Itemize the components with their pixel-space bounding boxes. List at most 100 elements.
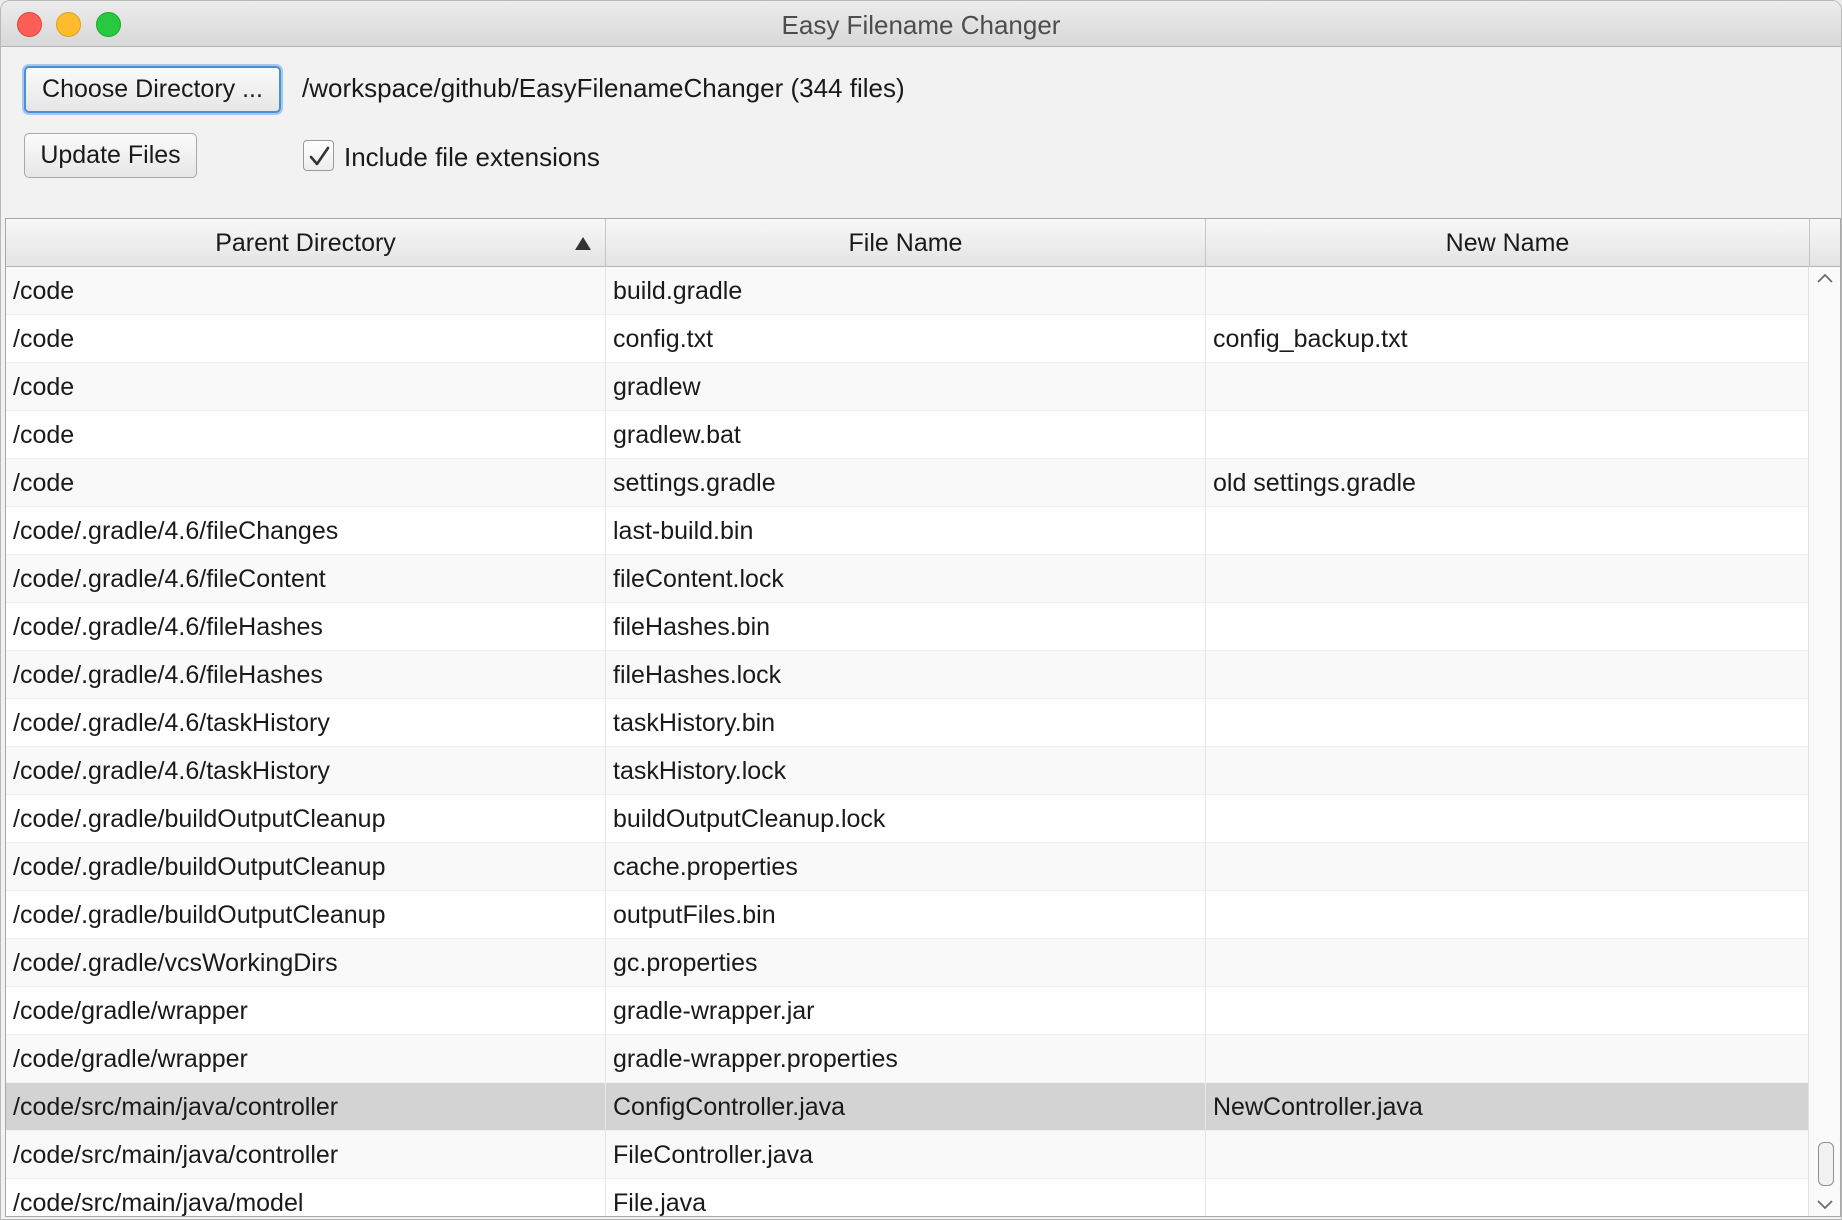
parent-directory-cell[interactable]: /code/.gradle/4.6/fileContent (6, 555, 606, 603)
new-name-cell[interactable]: old settings.gradle (1206, 459, 1810, 507)
parent-directory-cell[interactable]: /code/.gradle/4.6/taskHistory (6, 747, 606, 795)
column-header-label: File Name (848, 228, 963, 257)
parent-directory-cell[interactable]: /code (6, 363, 606, 411)
file-name-cell[interactable]: fileHashes.lock (606, 651, 1206, 699)
table-row[interactable]: /code settings.gradle old settings.gradle (6, 459, 1810, 507)
parent-directory-cell[interactable]: /code/.gradle/4.6/fileHashes (6, 603, 606, 651)
parent-directory-cell[interactable]: /code/.gradle/4.6/taskHistory (6, 699, 606, 747)
file-name-cell[interactable]: cache.properties (606, 843, 1206, 891)
file-name-cell[interactable]: File.java (606, 1179, 1206, 1216)
table-row[interactable]: /code gradlew (6, 363, 1810, 411)
file-name-cell[interactable]: last-build.bin (606, 507, 1206, 555)
new-name-cell[interactable] (1206, 411, 1810, 459)
file-name-cell[interactable]: FileController.java (606, 1131, 1206, 1179)
vertical-scrollbar[interactable] (1808, 267, 1840, 1216)
file-name-cell[interactable]: fileContent.lock (606, 555, 1206, 603)
file-name-cell[interactable]: buildOutputCleanup.lock (606, 795, 1206, 843)
new-name-cell[interactable] (1206, 267, 1810, 315)
file-name-cell[interactable]: gradle-wrapper.jar (606, 987, 1206, 1035)
table-row[interactable]: /code/gradle/wrapper gradle-wrapper.jar (6, 987, 1810, 1035)
parent-directory-cell[interactable]: /code/.gradle/vcsWorkingDirs (6, 939, 606, 987)
table-row[interactable]: /code/.gradle/vcsWorkingDirs gc.propertie… (6, 939, 1810, 987)
scrollbar-thumb[interactable] (1818, 1142, 1834, 1186)
parent-directory-cell[interactable]: /code/gradle/wrapper (6, 987, 606, 1035)
checkmark-icon (309, 146, 330, 166)
parent-directory-cell[interactable]: /code/src/main/java/model (6, 1179, 606, 1216)
table-row[interactable]: /code/.gradle/buildOutputCleanup buildOut… (6, 795, 1810, 843)
new-name-cell[interactable] (1206, 1035, 1810, 1083)
table-body: /code build.gradle/code config.txt config_b… (6, 267, 1810, 1216)
table-row[interactable]: /code build.gradle (6, 267, 1810, 315)
parent-directory-cell[interactable]: /code/gradle/wrapper (6, 1035, 606, 1083)
table-row[interactable]: /code/.gradle/4.6/fileChanges last-build.… (6, 507, 1810, 555)
new-name-cell[interactable] (1206, 843, 1810, 891)
file-name-cell[interactable]: outputFiles.bin (606, 891, 1206, 939)
parent-directory-cell[interactable]: /code/src/main/java/controller (6, 1083, 606, 1131)
table-row[interactable]: /code/.gradle/4.6/fileHashes fileHashes.b… (6, 603, 1810, 651)
new-name-cell[interactable] (1206, 891, 1810, 939)
app-window: Easy Filename Changer Choose Directory .… (0, 0, 1842, 1220)
file-name-cell[interactable]: gradle-wrapper.properties (606, 1035, 1206, 1083)
choose-directory-button[interactable]: Choose Directory ... (24, 66, 281, 113)
table-row[interactable]: /code/.gradle/buildOutputCleanup cache.pr… (6, 843, 1810, 891)
new-name-cell[interactable] (1206, 363, 1810, 411)
new-name-cell[interactable] (1206, 1179, 1810, 1216)
table-header: Parent Directory File Name New Name (6, 219, 1840, 267)
parent-directory-cell[interactable]: /code/.gradle/buildOutputCleanup (6, 891, 606, 939)
file-name-cell[interactable]: settings.gradle (606, 459, 1206, 507)
parent-directory-cell[interactable]: /code (6, 411, 606, 459)
files-table: Parent Directory File Name New Name /cod… (5, 218, 1841, 1217)
new-name-cell[interactable] (1206, 939, 1810, 987)
new-name-cell[interactable] (1206, 987, 1810, 1035)
table-row[interactable]: /code/.gradle/4.6/taskHistory taskHistory… (6, 699, 1810, 747)
parent-directory-cell[interactable]: /code/.gradle/buildOutputCleanup (6, 843, 606, 891)
new-name-cell[interactable] (1206, 1131, 1810, 1179)
parent-directory-cell[interactable]: /code/src/main/java/controller (6, 1131, 606, 1179)
column-header-new-name[interactable]: New Name (1206, 219, 1810, 267)
file-name-cell[interactable]: taskHistory.lock (606, 747, 1206, 795)
new-name-cell[interactable]: NewController.java (1206, 1083, 1810, 1131)
file-name-cell[interactable]: ConfigController.java (606, 1083, 1206, 1131)
parent-directory-cell[interactable]: /code/.gradle/buildOutputCleanup (6, 795, 606, 843)
table-row[interactable]: /code/src/main/java/model File.java (6, 1179, 1810, 1216)
new-name-cell[interactable] (1206, 603, 1810, 651)
column-header-file-name[interactable]: File Name (606, 219, 1206, 267)
table-row[interactable]: /code/src/main/java/controller FileContro… (6, 1131, 1810, 1179)
table-row[interactable]: /code/gradle/wrapper gradle-wrapper.prope… (6, 1035, 1810, 1083)
new-name-cell[interactable] (1206, 795, 1810, 843)
table-row[interactable]: /code config.txt config_backup.txt (6, 315, 1810, 363)
include-extensions-checkbox[interactable] (303, 140, 334, 171)
header-corner (1810, 219, 1840, 267)
file-name-cell[interactable]: gradlew (606, 363, 1206, 411)
file-name-cell[interactable]: gc.properties (606, 939, 1206, 987)
table-row[interactable]: /code/.gradle/4.6/fileContent fileContent… (6, 555, 1810, 603)
file-name-cell[interactable]: gradlew.bat (606, 411, 1206, 459)
update-files-button[interactable]: Update Files (24, 133, 197, 178)
parent-directory-cell[interactable]: /code/.gradle/4.6/fileHashes (6, 651, 606, 699)
parent-directory-cell[interactable]: /code (6, 459, 606, 507)
sort-ascending-icon (575, 237, 591, 250)
table-row[interactable]: /code/.gradle/4.6/fileHashes fileHashes.l… (6, 651, 1810, 699)
new-name-cell[interactable] (1206, 747, 1810, 795)
parent-directory-cell[interactable]: /code (6, 267, 606, 315)
table-row[interactable]: /code/.gradle/buildOutputCleanup outputFi… (6, 891, 1810, 939)
chevron-down-icon[interactable] (1817, 1200, 1833, 1210)
parent-directory-cell[interactable]: /code/.gradle/4.6/fileChanges (6, 507, 606, 555)
file-name-cell[interactable]: taskHistory.bin (606, 699, 1206, 747)
new-name-cell[interactable] (1206, 699, 1810, 747)
new-name-cell[interactable] (1206, 507, 1810, 555)
new-name-cell[interactable] (1206, 651, 1810, 699)
new-name-cell[interactable] (1206, 555, 1810, 603)
file-name-cell[interactable]: build.gradle (606, 267, 1206, 315)
table-row[interactable]: /code/src/main/java/controller ConfigCont… (6, 1083, 1810, 1131)
parent-directory-cell[interactable]: /code (6, 315, 606, 363)
new-name-cell[interactable]: config_backup.txt (1206, 315, 1810, 363)
table-row[interactable]: /code/.gradle/4.6/taskHistory taskHistory… (6, 747, 1810, 795)
chevron-up-icon[interactable] (1817, 273, 1833, 283)
table-row[interactable]: /code gradlew.bat (6, 411, 1810, 459)
window-title: Easy Filename Changer (781, 10, 1061, 40)
column-header-parent-directory[interactable]: Parent Directory (6, 219, 606, 267)
file-name-cell[interactable]: config.txt (606, 315, 1206, 363)
file-name-cell[interactable]: fileHashes.bin (606, 603, 1206, 651)
column-header-label: New Name (1445, 228, 1570, 257)
